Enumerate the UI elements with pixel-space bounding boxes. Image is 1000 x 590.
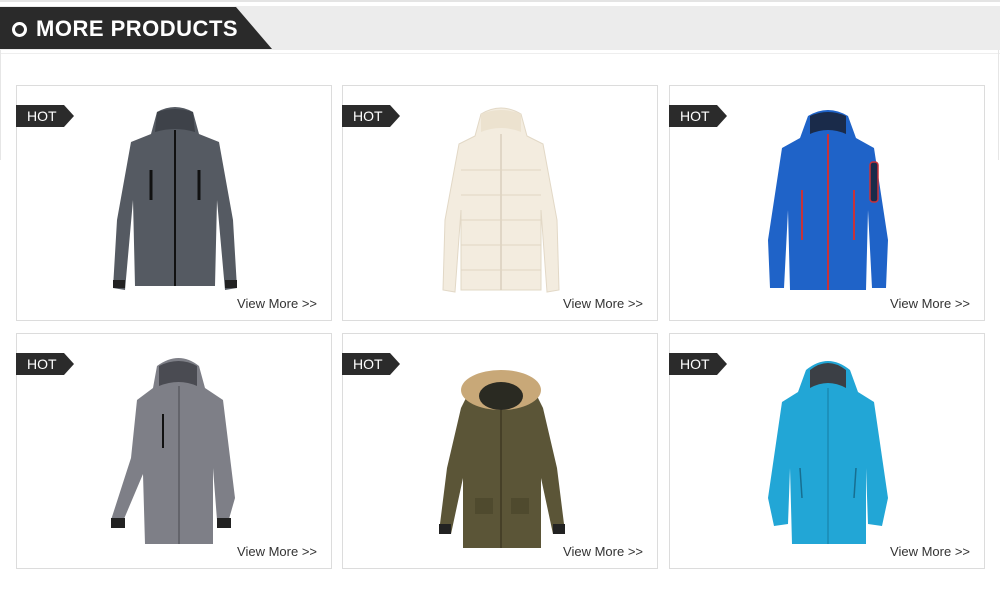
content-frame-top [0,53,1000,54]
product-card-3[interactable]: HOT View More >> [669,85,985,321]
dark-grey-softshell-jacket-image [113,107,237,290]
view-more-link[interactable]: View More >> [563,296,643,311]
grey-hooded-jacket-image [111,358,235,544]
hot-badge: HOT [16,353,74,375]
hot-badge: HOT [342,353,400,375]
product-card-2[interactable]: HOT View More >> [342,85,658,321]
product-card-4[interactable]: HOT View More >> [16,333,332,569]
view-more-link[interactable]: View More >> [237,296,317,311]
hot-badge: HOT [669,105,727,127]
hot-badge: HOT [669,353,727,375]
product-card-5[interactable]: HOT View More >> [342,333,658,569]
circle-icon [12,22,27,37]
view-more-link[interactable]: View More >> [237,544,317,559]
turquoise-rain-jacket-image [768,361,888,544]
content-frame-left [0,50,1,160]
top-divider [0,0,1000,2]
hot-badge: HOT [16,105,74,127]
view-more-link[interactable]: View More >> [890,296,970,311]
section-title: MORE PRODUCTS [36,16,239,41]
blue-softshell-jacket-image [768,110,888,290]
view-more-link[interactable]: View More >> [563,544,643,559]
olive-parka-fur-hood-image [439,370,565,548]
product-card-1[interactable]: HOT View More >> [16,85,332,321]
hot-badge: HOT [342,105,400,127]
content-frame-right [998,50,999,160]
cream-puffer-jacket-image [442,107,560,293]
view-more-link[interactable]: View More >> [890,544,970,559]
product-card-6[interactable]: HOT View More >> [669,333,985,569]
